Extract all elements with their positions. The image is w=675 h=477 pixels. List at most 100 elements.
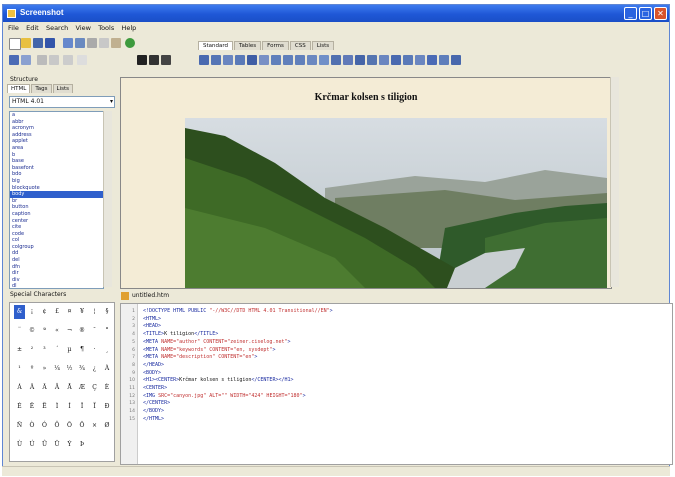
doctype-dropdown[interactable]: HTML 4.01 ▾ <box>9 96 115 108</box>
style-icon[interactable] <box>403 55 413 65</box>
special-char-cell[interactable]: » <box>39 362 50 376</box>
special-char-cell[interactable]: ¥ <box>77 305 88 319</box>
tag-list-item[interactable]: body <box>10 191 103 198</box>
meta-icon[interactable] <box>391 55 401 65</box>
special-char-cell[interactable]: ¡ <box>27 305 38 319</box>
tag-list-item[interactable]: big <box>10 178 103 185</box>
font-icon[interactable] <box>343 55 353 65</box>
browser-icon[interactable] <box>125 38 135 48</box>
anchor-icon[interactable] <box>149 55 159 65</box>
tag-list-item[interactable]: b <box>10 152 103 159</box>
special-char-cell[interactable]: ¾ <box>77 362 88 376</box>
special-char-cell[interactable]: ´ <box>52 343 63 357</box>
special-char-cell[interactable]: · <box>89 343 100 357</box>
menu-help[interactable]: Help <box>121 24 136 32</box>
tag-list-item[interactable]: cite <box>10 224 103 231</box>
line-break-icon[interactable] <box>319 55 329 65</box>
save-icon[interactable] <box>33 38 43 48</box>
special-char-cell[interactable]: ¢ <box>39 305 50 319</box>
color-icon[interactable] <box>355 55 365 65</box>
tab-tags[interactable]: Tags <box>31 84 52 93</box>
special-char-cell[interactable]: Ç <box>89 381 100 395</box>
frame-icon[interactable] <box>247 55 257 65</box>
list-icon[interactable] <box>259 55 269 65</box>
special-char-cell[interactable]: « <box>52 324 63 338</box>
tab-lists[interactable]: Lists <box>311 41 335 50</box>
replace-icon[interactable] <box>49 55 59 65</box>
paragraph-icon[interactable] <box>307 55 317 65</box>
menu-tools[interactable]: Tools <box>98 24 114 32</box>
special-char-cell[interactable]: Ý <box>64 438 75 452</box>
special-char-cell[interactable]: ¤ <box>64 305 75 319</box>
tag-list-item[interactable]: caption <box>10 211 103 218</box>
copy-icon[interactable] <box>99 38 109 48</box>
table-icon[interactable] <box>223 55 233 65</box>
special-char-cell[interactable]: É <box>14 400 25 414</box>
special-char-cell[interactable]: Ü <box>52 438 63 452</box>
special-char-cell[interactable]: Ú <box>27 438 38 452</box>
menu-file[interactable]: File <box>8 24 19 32</box>
special-char-cell[interactable]: Ø <box>102 419 113 433</box>
tab-tables[interactable]: Tables <box>234 41 262 50</box>
special-char-cell[interactable]: Ö <box>77 419 88 433</box>
special-char-cell[interactable]: Î <box>77 400 88 414</box>
special-char-cell[interactable]: Ä <box>52 381 63 395</box>
tag-list-item[interactable]: basefont <box>10 165 103 172</box>
special-char-cell[interactable]: Ò <box>27 419 38 433</box>
indent-icon[interactable] <box>63 55 73 65</box>
close-button[interactable]: ✕ <box>654 7 667 20</box>
special-char-cell[interactable]: Ó <box>39 419 50 433</box>
tag-list-item[interactable]: button <box>10 204 103 211</box>
tag-list-item[interactable]: dd <box>10 250 103 257</box>
open-folder-icon[interactable] <box>21 38 31 48</box>
special-char-cell[interactable]: ® <box>77 324 88 338</box>
special-char-cell[interactable]: ¬ <box>64 324 75 338</box>
special-char-cell[interactable]: Æ <box>77 381 88 395</box>
code-editor[interactable]: 1 2 3 4 5 6 7 8 9 10 11 12 13 14 15 <!DOCTYPE HTML PUB… <box>120 303 673 465</box>
special-char-cell[interactable]: ± <box>14 343 25 357</box>
tab-css[interactable]: CSS <box>289 41 311 50</box>
outdent-icon[interactable] <box>77 55 87 65</box>
tag-list-item[interactable]: address <box>10 132 103 139</box>
tag-list-item[interactable]: colgroup <box>10 244 103 251</box>
print-icon[interactable] <box>63 38 73 48</box>
special-char-cell[interactable]: Õ <box>64 419 75 433</box>
body-tag-icon[interactable] <box>211 55 221 65</box>
special-char-cell[interactable]: Á <box>14 381 25 395</box>
html-tag-icon[interactable] <box>199 55 209 65</box>
tag-list[interactable]: a abbr acronym address applet area b base basefo… <box>9 111 104 289</box>
special-char-cell[interactable]: ¦ <box>89 305 100 319</box>
special-char-cell[interactable]: Å <box>64 381 75 395</box>
special-char-cell[interactable]: ³ <box>39 343 50 357</box>
special-char-cell[interactable]: Ù <box>14 438 25 452</box>
special-char-cell[interactable]: ¶ <box>77 343 88 357</box>
validate-icon[interactable] <box>439 55 449 65</box>
special-char-cell[interactable]: Ô <box>52 419 63 433</box>
new-file-icon[interactable] <box>9 38 21 50</box>
align-center-icon[interactable] <box>283 55 293 65</box>
menu-edit[interactable]: Edit <box>26 24 39 32</box>
paste-icon[interactable] <box>111 38 121 48</box>
script-icon[interactable] <box>379 55 389 65</box>
tab-standard[interactable]: Standard <box>198 41 234 50</box>
tag-list-item[interactable]: col <box>10 237 103 244</box>
tag-list-item[interactable]: center <box>10 218 103 225</box>
special-char-cell[interactable]: Ñ <box>14 419 25 433</box>
undo-icon[interactable] <box>9 55 19 65</box>
tag-list-item[interactable]: blockquote <box>10 185 103 192</box>
preview-icon[interactable] <box>75 38 85 48</box>
hr-icon[interactable] <box>331 55 341 65</box>
code-file-name[interactable]: untitled.htm <box>132 292 169 299</box>
tag-list-item[interactable]: abbr <box>10 119 103 126</box>
special-char-cell[interactable]: ¿ <box>89 362 100 376</box>
special-char-cell[interactable]: Â <box>27 381 38 395</box>
tag-list-item[interactable]: area <box>10 145 103 152</box>
special-char-cell[interactable]: ¹ <box>14 362 25 376</box>
redo-icon[interactable] <box>21 55 31 65</box>
special-char-cell[interactable]: £ <box>52 305 63 319</box>
special-char-cell[interactable]: È <box>102 381 113 395</box>
chevron-down-icon[interactable]: ▾ <box>110 97 113 107</box>
special-char-cell[interactable]: Þ <box>77 438 88 452</box>
special-char-cell[interactable]: ¼ <box>52 362 63 376</box>
preview-scrollbar[interactable] <box>610 77 619 287</box>
